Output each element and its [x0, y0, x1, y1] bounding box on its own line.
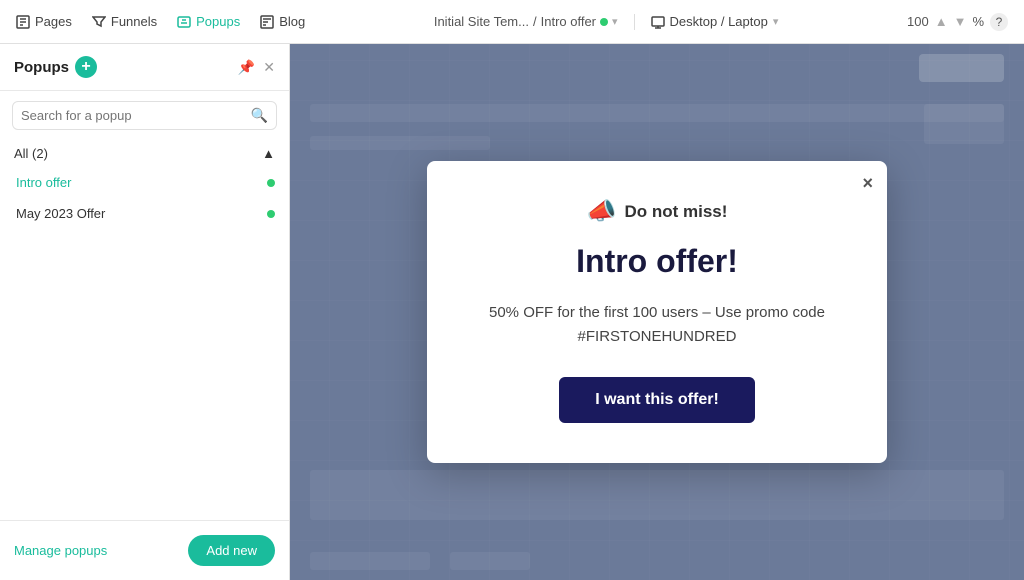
- list-item[interactable]: Intro offer: [0, 167, 289, 198]
- collapse-icon: ▲: [262, 146, 275, 161]
- nav-blog[interactable]: Blog: [260, 14, 305, 29]
- search-icon: 🔍: [251, 107, 268, 124]
- add-new-button[interactable]: Add new: [188, 535, 275, 566]
- popup-header-text: Do not miss!: [624, 202, 727, 222]
- nav-pages[interactable]: Pages: [16, 14, 72, 29]
- popup-title: Intro offer!: [475, 242, 839, 280]
- zoom-up[interactable]: ▲: [935, 14, 948, 29]
- zoom-down[interactable]: ▼: [954, 14, 967, 29]
- top-nav: Pages Funnels Popups Blog Initial Site T…: [0, 0, 1024, 44]
- nav-funnels[interactable]: Funnels: [92, 14, 157, 29]
- status-dot: [600, 18, 608, 26]
- breadcrumb: Initial Site Tem... / Intro offer ▾: [434, 14, 618, 29]
- add-popup-button[interactable]: +: [75, 56, 97, 78]
- popup-modal: × 📣 Do not miss! Intro offer! 50% OFF fo…: [427, 161, 887, 462]
- search-bar: 🔍: [12, 101, 277, 130]
- list-section-header[interactable]: All (2) ▲: [0, 140, 289, 167]
- nav-center: Initial Site Tem... / Intro offer ▾ Desk…: [325, 14, 887, 30]
- sidebar-actions: 📌 ✕: [238, 59, 275, 76]
- popup-header: 📣 Do not miss!: [475, 197, 839, 226]
- pin-icon[interactable]: 📌: [238, 59, 255, 76]
- popup-close-button[interactable]: ×: [862, 173, 873, 194]
- sidebar: Popups + 📌 ✕ 🔍 All (2) ▲ Intro offer May…: [0, 44, 290, 580]
- divider: [634, 14, 635, 30]
- nav-popups[interactable]: Popups: [177, 14, 240, 29]
- main-layout: Popups + 📌 ✕ 🔍 All (2) ▲ Intro offer May…: [0, 44, 1024, 580]
- breadcrumb-chevron[interactable]: ▾: [612, 15, 618, 28]
- sidebar-footer: Manage popups Add new: [0, 520, 289, 580]
- popup-cta-button[interactable]: I want this offer!: [559, 377, 755, 423]
- popup-description: 50% OFF for the first 100 users – Use pr…: [475, 301, 839, 349]
- sidebar-title: Popups +: [14, 56, 97, 78]
- megaphone-icon: 📣: [587, 197, 617, 226]
- viewport-chevron: ▾: [773, 15, 779, 28]
- popup-list: All (2) ▲ Intro offer May 2023 Offer: [0, 140, 289, 520]
- sidebar-header: Popups + 📌 ✕: [0, 44, 289, 91]
- search-input[interactable]: [21, 108, 245, 123]
- canvas-area: × 📣 Do not miss! Intro offer! 50% OFF fo…: [290, 44, 1024, 580]
- nav-right: 100 ▲ ▼ % ?: [907, 13, 1008, 31]
- active-dot: [267, 179, 275, 187]
- list-item[interactable]: May 2023 Offer: [0, 198, 289, 229]
- active-dot: [267, 210, 275, 218]
- popup-overlay: × 📣 Do not miss! Intro offer! 50% OFF fo…: [427, 161, 887, 462]
- viewport-selector[interactable]: Desktop / Laptop ▾: [651, 14, 779, 29]
- manage-popups-button[interactable]: Manage popups: [14, 543, 107, 558]
- close-sidebar-icon[interactable]: ✕: [263, 59, 275, 76]
